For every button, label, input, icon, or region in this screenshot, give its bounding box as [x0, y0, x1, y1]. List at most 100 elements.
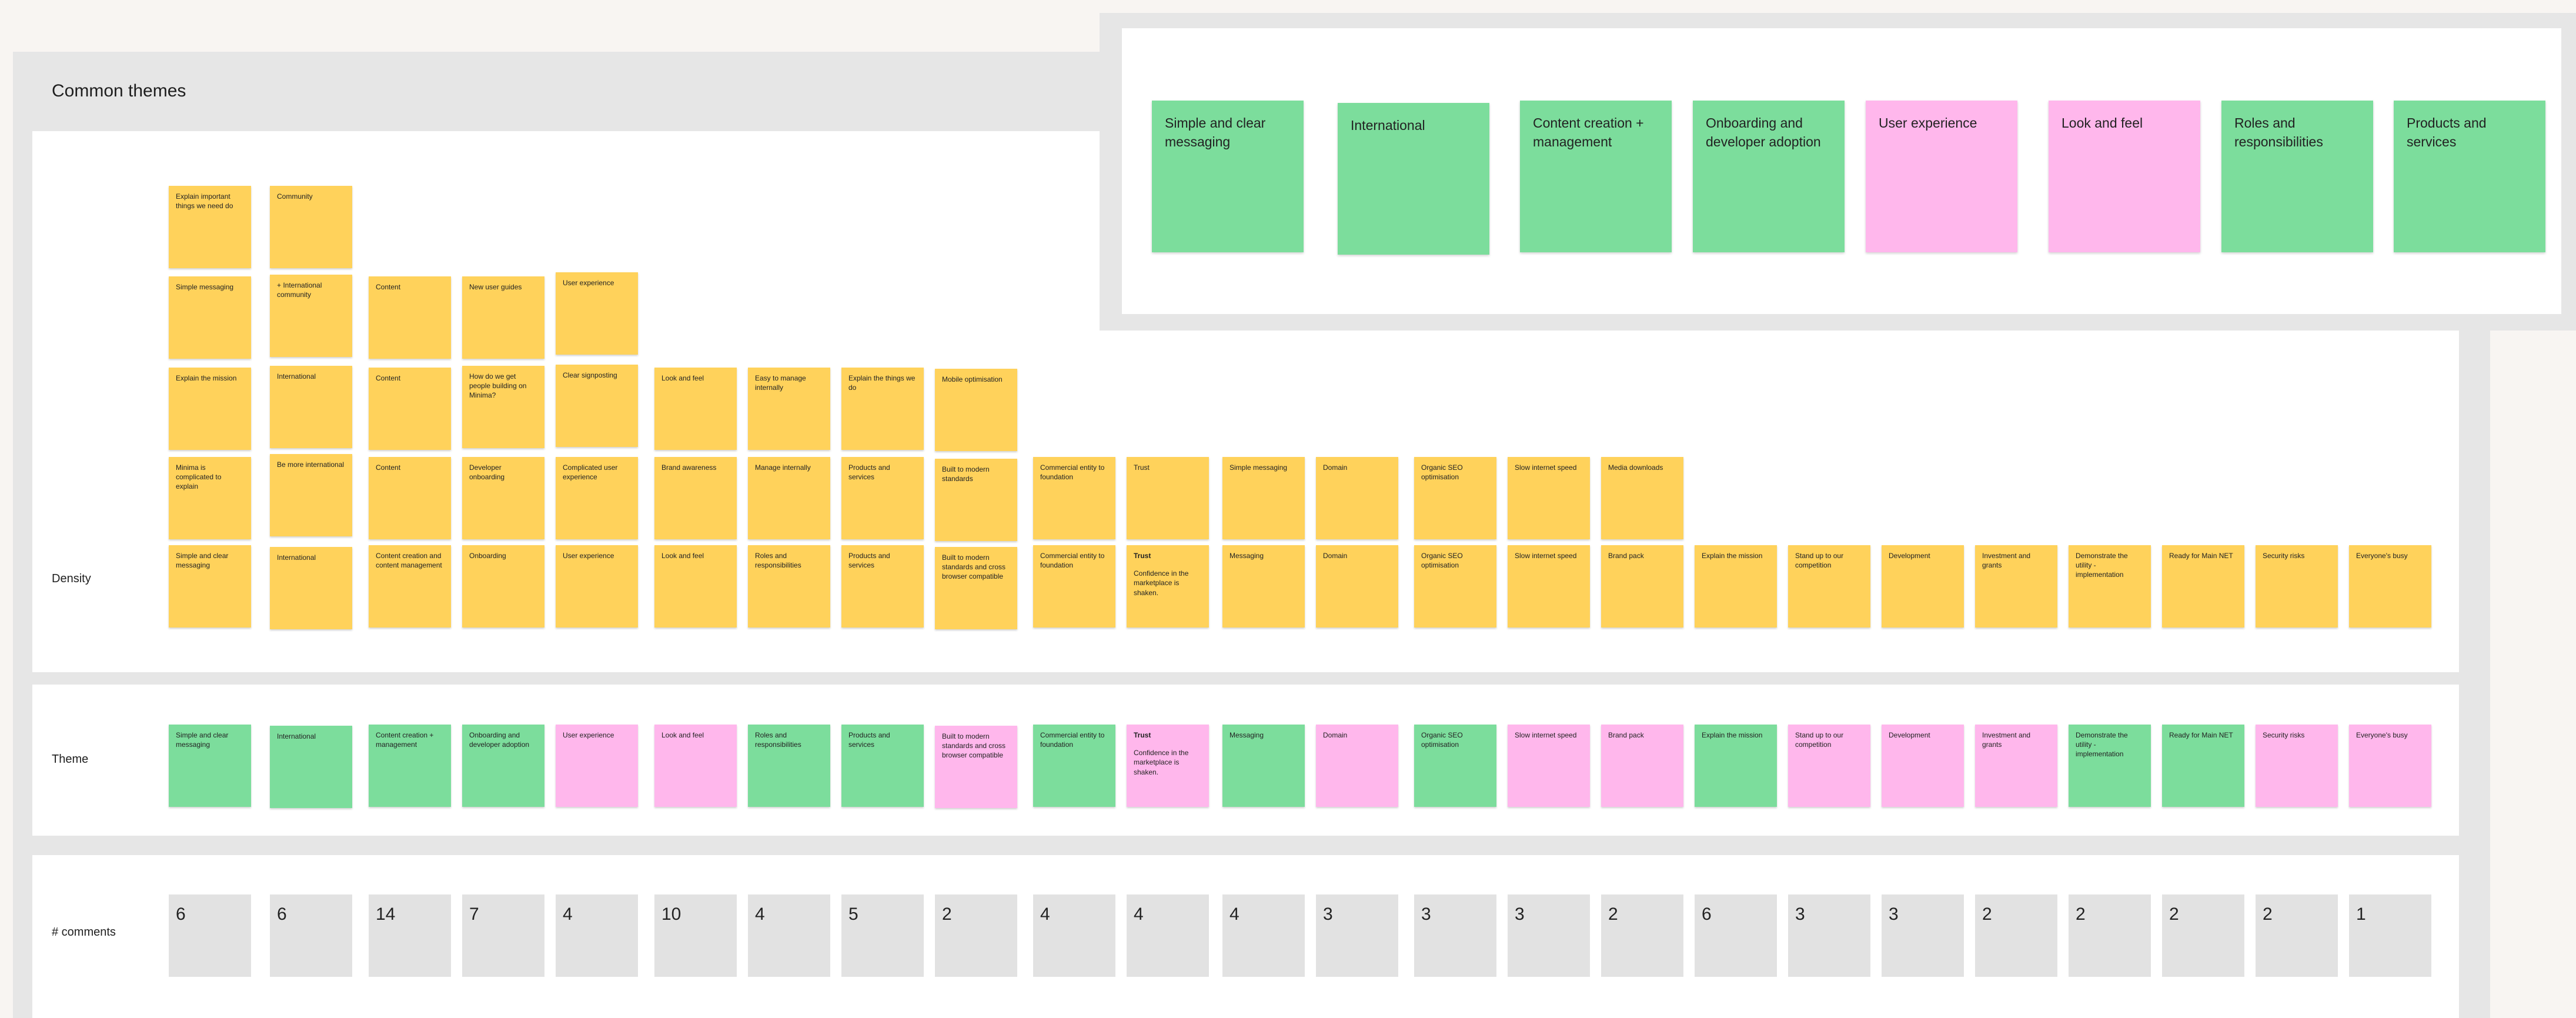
sticky-note[interactable]: Trust Confidence in the marketplace is s… — [1127, 545, 1209, 628]
comment-count[interactable]: 2 — [935, 894, 1017, 977]
theme-sticky[interactable]: Security risks — [2256, 725, 2338, 807]
theme-sticky[interactable]: Built to modern standards and cross brow… — [935, 726, 1017, 808]
sticky-note[interactable]: Mobile optimisation — [935, 369, 1017, 451]
comment-count[interactable]: 3 — [1316, 894, 1398, 977]
sticky-note[interactable]: Roles and responsibilities — [748, 545, 830, 628]
theme-sticky[interactable]: Onboarding and developer adoption — [462, 725, 544, 807]
sticky-note[interactable]: How do we get people building on Minima? — [462, 366, 544, 448]
sticky-note[interactable]: Trust — [1127, 457, 1209, 539]
summary-sticky[interactable]: Look and feel — [2049, 101, 2200, 252]
sticky-note[interactable]: Demonstrate the utility - implementation — [2069, 545, 2151, 628]
comment-count[interactable]: 6 — [169, 894, 251, 977]
theme-sticky[interactable]: Investment and grants — [1975, 725, 2057, 807]
comment-count[interactable]: 4 — [556, 894, 638, 977]
sticky-note[interactable]: Be more international — [270, 454, 352, 536]
sticky-note[interactable]: Slow internet speed — [1508, 457, 1590, 539]
sticky-note[interactable]: Domain — [1316, 457, 1398, 539]
sticky-note[interactable]: Content creation and content management — [369, 545, 451, 628]
sticky-note[interactable]: Organic SEO optimisation — [1414, 545, 1496, 628]
comment-count[interactable]: 5 — [841, 894, 924, 977]
theme-sticky[interactable]: Simple and clear messaging — [169, 725, 251, 807]
comment-count[interactable]: 3 — [1882, 894, 1964, 977]
theme-sticky[interactable]: User experience — [556, 725, 638, 807]
comment-count[interactable]: 14 — [369, 894, 451, 977]
sticky-note[interactable]: Built to modern standards and cross brow… — [935, 547, 1017, 629]
sticky-note[interactable]: Commercial entity to foundation — [1033, 457, 1115, 539]
comment-count[interactable]: 3 — [1788, 894, 1870, 977]
theme-sticky[interactable]: Messaging — [1222, 725, 1305, 807]
comment-count[interactable]: 4 — [1127, 894, 1209, 977]
sticky-note[interactable]: Simple messaging — [1222, 457, 1305, 539]
sticky-note[interactable]: Explain the mission — [169, 368, 251, 450]
theme-sticky[interactable]: Products and services — [841, 725, 924, 807]
sticky-note[interactable]: Products and services — [841, 457, 924, 539]
sticky-note[interactable]: Community — [270, 186, 352, 268]
sticky-note[interactable]: Clear signposting — [556, 365, 638, 447]
summary-sticky[interactable]: Roles and responsibilities — [2221, 101, 2373, 252]
sticky-note[interactable]: Content — [369, 368, 451, 450]
comment-count[interactable]: 4 — [748, 894, 830, 977]
sticky-note[interactable]: Onboarding — [462, 545, 544, 628]
theme-sticky[interactable]: Stand up to our competition — [1788, 725, 1870, 807]
sticky-note[interactable]: International — [270, 547, 352, 629]
sticky-note[interactable]: International — [270, 366, 352, 448]
sticky-note[interactable]: Development — [1882, 545, 1964, 628]
theme-sticky[interactable]: Domain — [1316, 725, 1398, 807]
comment-count[interactable]: 2 — [1975, 894, 2057, 977]
theme-sticky[interactable]: Everyone's busy — [2349, 725, 2431, 807]
comment-count[interactable]: 6 — [1695, 894, 1777, 977]
comment-count[interactable]: 10 — [654, 894, 737, 977]
theme-sticky[interactable]: Development — [1882, 725, 1964, 807]
sticky-note[interactable]: Domain — [1316, 545, 1398, 628]
sticky-note[interactable]: Messaging — [1222, 545, 1305, 628]
theme-sticky[interactable]: Ready for Main NET — [2162, 725, 2244, 807]
summary-sticky[interactable]: Simple and clear messaging — [1152, 101, 1304, 252]
sticky-note[interactable]: Minima is complicated to explain — [169, 457, 251, 539]
comment-count[interactable]: 2 — [2256, 894, 2338, 977]
summary-sticky[interactable]: Content creation + management — [1520, 101, 1672, 252]
sticky-note[interactable]: Explain important things we need do — [169, 186, 251, 268]
sticky-note[interactable]: Ready for Main NET — [2162, 545, 2244, 628]
theme-sticky[interactable]: Commercial entity to foundation — [1033, 725, 1115, 807]
sticky-note[interactable]: + International community — [270, 275, 352, 357]
theme-sticky[interactable]: Explain the mission — [1695, 725, 1777, 807]
comment-count[interactable]: 4 — [1033, 894, 1115, 977]
sticky-note[interactable]: Easy to manage internally — [748, 368, 830, 450]
summary-sticky[interactable]: Onboarding and developer adoption — [1693, 101, 1845, 252]
theme-sticky[interactable]: Content creation + management — [369, 725, 451, 807]
summary-sticky[interactable]: Products and services — [2394, 101, 2545, 252]
theme-sticky[interactable]: Brand pack — [1601, 725, 1683, 807]
sticky-note[interactable]: Content — [369, 457, 451, 539]
sticky-note[interactable]: Commercial entity to foundation — [1033, 545, 1115, 628]
comment-count[interactable]: 2 — [2162, 894, 2244, 977]
sticky-note[interactable]: Slow internet speed — [1508, 545, 1590, 628]
sticky-note[interactable]: Content — [369, 276, 451, 359]
sticky-note[interactable]: Organic SEO optimisation — [1414, 457, 1496, 539]
comment-count[interactable]: 6 — [270, 894, 352, 977]
sticky-note[interactable]: Security risks — [2256, 545, 2338, 628]
theme-sticky[interactable]: Roles and responsibilities — [748, 725, 830, 807]
comment-count[interactable]: 4 — [1222, 894, 1305, 977]
comment-count[interactable]: 3 — [1414, 894, 1496, 977]
sticky-note[interactable]: Complicated user experience — [556, 457, 638, 539]
sticky-note[interactable]: Simple and clear messaging — [169, 545, 251, 628]
comment-count[interactable]: 2 — [1601, 894, 1683, 977]
comment-count[interactable]: 2 — [2069, 894, 2151, 977]
sticky-note[interactable]: User experience — [556, 545, 638, 628]
theme-sticky[interactable]: Demonstrate the utility - implementation — [2069, 725, 2151, 807]
sticky-note[interactable]: Media downloads — [1601, 457, 1683, 539]
comment-count[interactable]: 7 — [462, 894, 544, 977]
theme-sticky[interactable]: Look and feel — [654, 725, 737, 807]
sticky-note[interactable]: Everyone's busy — [2349, 545, 2431, 628]
theme-sticky[interactable]: Organic SEO optimisation — [1414, 725, 1496, 807]
summary-sticky[interactable]: User experience — [1866, 101, 2017, 252]
sticky-note[interactable]: Brand pack — [1601, 545, 1683, 628]
sticky-note[interactable]: Look and feel — [654, 545, 737, 628]
sticky-note[interactable]: New user guides — [462, 276, 544, 359]
sticky-note[interactable]: User experience — [556, 272, 638, 355]
sticky-note[interactable]: Investment and grants — [1975, 545, 2057, 628]
theme-sticky[interactable]: Slow internet speed — [1508, 725, 1590, 807]
sticky-note[interactable]: Simple messaging — [169, 276, 251, 359]
sticky-note[interactable]: Look and feel — [654, 368, 737, 450]
sticky-note[interactable]: Stand up to our competition — [1788, 545, 1870, 628]
